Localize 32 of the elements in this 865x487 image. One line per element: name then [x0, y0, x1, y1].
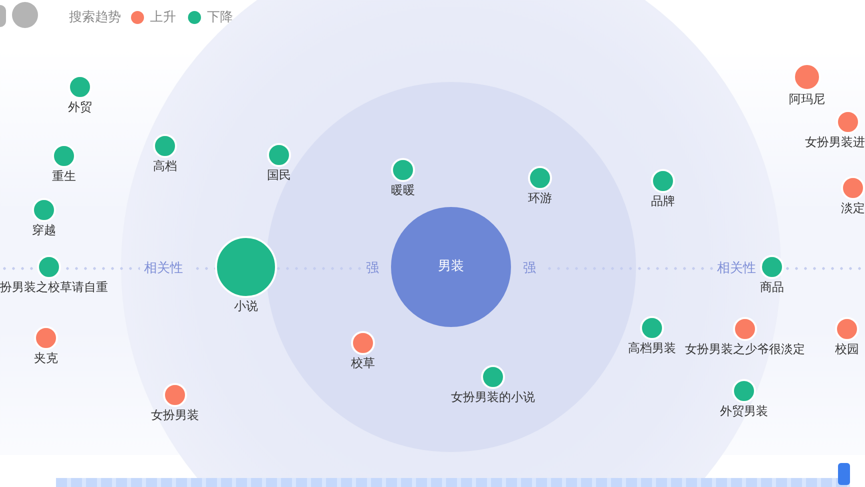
- keyword-label: 穿越: [32, 223, 56, 237]
- keyword-label: 环游: [528, 191, 552, 205]
- legend-label[interactable]: 下降: [207, 8, 233, 28]
- circle-button[interactable]: [12, 2, 38, 28]
- keyword-label: 女扮男装的小说: [451, 390, 535, 404]
- axis-label: 相关性: [144, 261, 183, 277]
- keyword-label: 阿玛尼: [789, 92, 825, 106]
- keyword-label: 外贸: [68, 100, 92, 114]
- keyword-label: 校草: [351, 356, 375, 370]
- axis-label: 强: [523, 261, 536, 277]
- keyword-label: 女扮男装进: [805, 135, 865, 149]
- keyword-label: 校园: [835, 342, 859, 356]
- keyword-label: 重生: [52, 169, 76, 183]
- axis-label: 相关性: [717, 261, 756, 277]
- timeline-handle[interactable]: [838, 463, 850, 485]
- circle-button[interactable]: [0, 5, 6, 27]
- keyword-label: 商品: [760, 280, 784, 294]
- keyword-label: 小说: [234, 299, 258, 313]
- keyword-label: 扮男装之校草请自重: [0, 280, 108, 294]
- keyword-label: 外贸男装: [720, 404, 768, 418]
- keyword-label: 夹克: [34, 351, 58, 365]
- keyword-label: 高档男装: [628, 341, 676, 355]
- legend-label[interactable]: 上升: [150, 8, 176, 28]
- keyword-label: 女扮男装: [151, 408, 199, 422]
- keyword-label: 国民: [267, 168, 291, 182]
- keyword-label: 女扮男装之少爷很淡定: [685, 342, 805, 356]
- axis-label: 强: [366, 261, 379, 277]
- legend-title: 搜索趋势: [69, 9, 121, 27]
- keyword-label: 淡定: [841, 201, 865, 215]
- keyword-label: 暖暖: [391, 183, 415, 197]
- keyword-label: 高档: [153, 159, 177, 173]
- keyword-label: 品牌: [651, 194, 675, 208]
